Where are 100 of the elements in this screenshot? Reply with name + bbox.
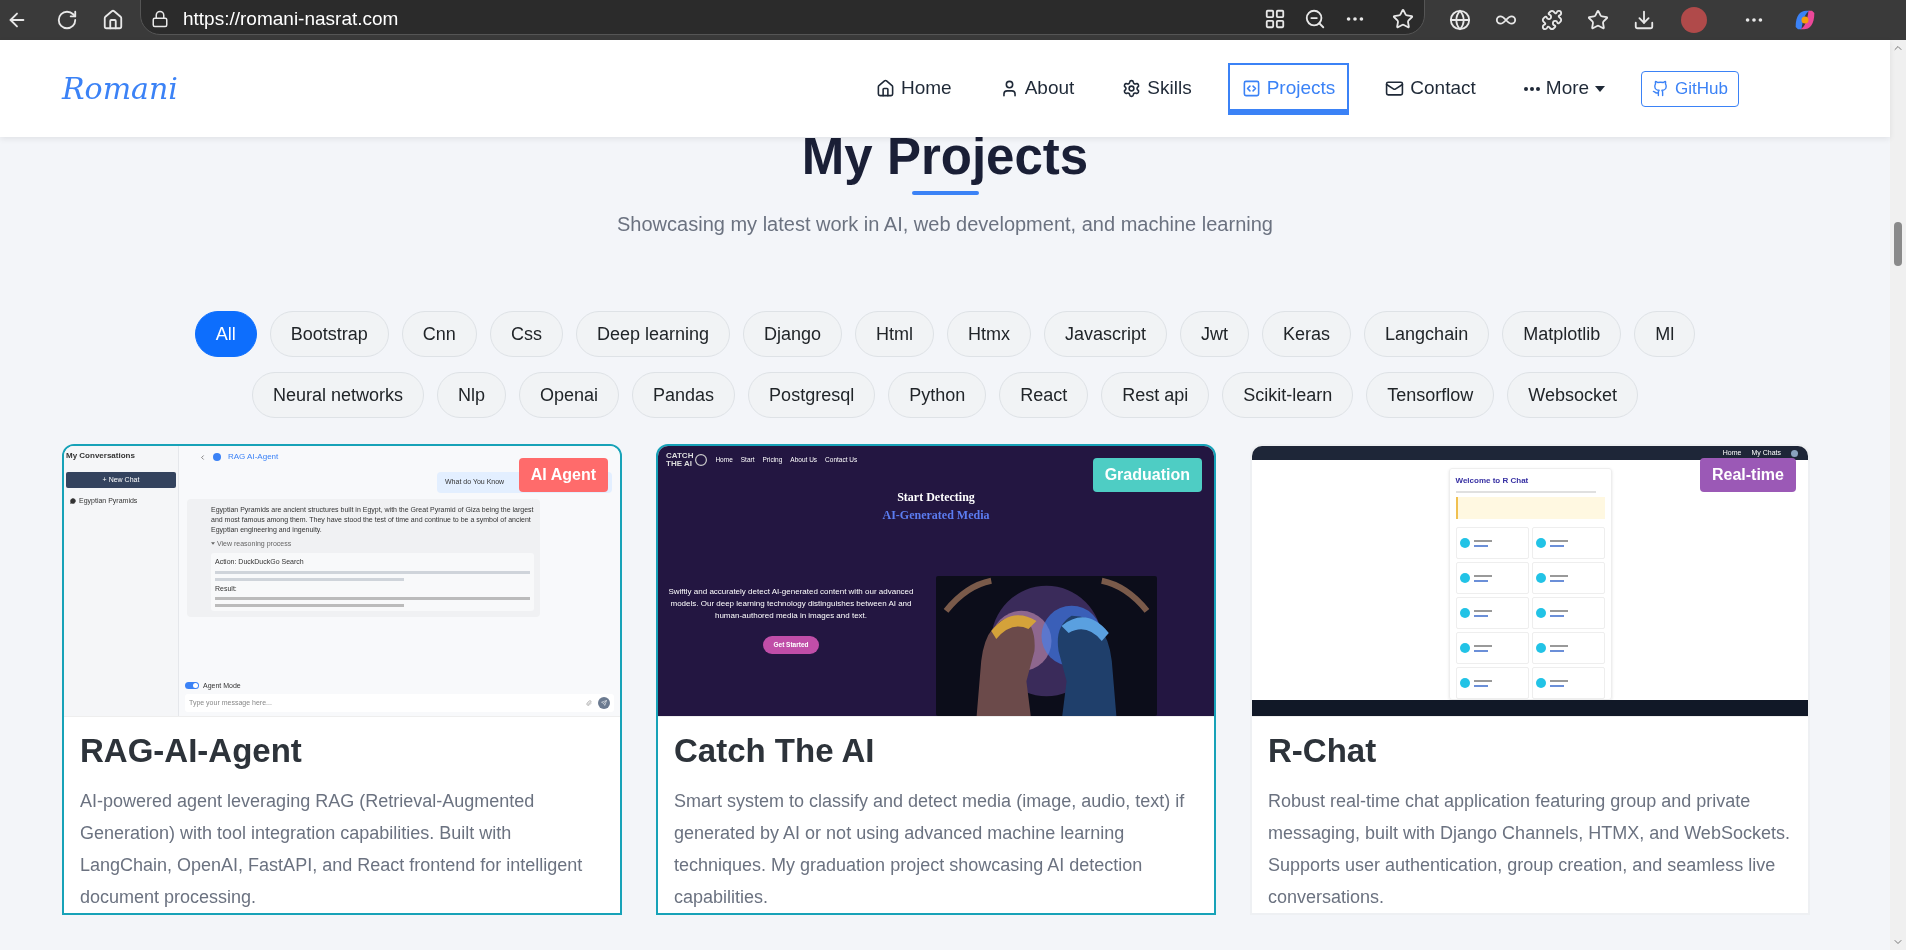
contact-card[interactable] <box>1455 527 1529 560</box>
address-bar[interactable]: https://romani-nasrat.com <box>140 0 1425 35</box>
filter-chip[interactable]: Langchain <box>1364 311 1490 357</box>
filter-chip[interactable]: Python <box>888 372 987 418</box>
project-title: RAG-AI-Agent <box>80 731 303 771</box>
sidebar-title: My Conversations <box>66 450 136 462</box>
avatar <box>1459 573 1470 584</box>
filter-chip[interactable]: Matplotlib <box>1502 311 1622 357</box>
filter-chip[interactable]: Tensorflow <box>1366 372 1495 418</box>
avatar <box>1459 608 1470 619</box>
contact-card[interactable] <box>1455 562 1529 595</box>
home-icon[interactable] <box>102 9 124 31</box>
avatar <box>1535 608 1546 619</box>
hero-heading-accent: AI-Generated Media <box>881 507 991 524</box>
contact-card[interactable] <box>1455 667 1529 700</box>
filter-chip[interactable]: Css <box>489 311 563 357</box>
section-title: My Projects <box>801 127 1089 187</box>
puzzle-icon[interactable] <box>1541 9 1563 31</box>
github-icon <box>1652 80 1670 97</box>
github-button[interactable]: GitHub <box>1641 70 1740 107</box>
favorites-icon[interactable] <box>1587 9 1609 31</box>
filter-chip[interactable]: React <box>999 372 1089 418</box>
nav-link[interactable]: Skills <box>1110 62 1204 115</box>
scrollbar[interactable] <box>1890 40 1906 950</box>
filter-chip[interactable]: Scikit-learn <box>1222 372 1354 418</box>
paperclip-icon[interactable] <box>586 700 592 706</box>
filter-chip[interactable]: Javascript <box>1044 311 1168 357</box>
nav-link[interactable]: Projects <box>1227 62 1350 115</box>
contact-card[interactable] <box>1531 667 1605 700</box>
send-icon <box>601 700 607 706</box>
dots-icon <box>1523 86 1540 91</box>
contact-card[interactable] <box>1531 562 1605 595</box>
nav-link[interactable]: Contact <box>1373 62 1488 115</box>
avatar <box>1535 643 1546 654</box>
filter-chip[interactable]: Jwt <box>1180 311 1250 357</box>
contact-card[interactable] <box>1531 527 1605 560</box>
contact-card[interactable] <box>1455 632 1529 665</box>
avatar <box>1459 643 1470 654</box>
chat-bubble-icon <box>70 498 76 505</box>
scrollbar-thumb[interactable] <box>1894 222 1902 266</box>
caret-icon <box>211 542 215 546</box>
filter-chip[interactable]: Htmx <box>947 311 1031 357</box>
filter-chip[interactable]: Rest api <box>1101 372 1210 418</box>
home-icon <box>876 79 895 98</box>
project-card[interactable] <box>656 444 1216 915</box>
star-icon[interactable] <box>1392 8 1414 30</box>
caret-icon <box>1595 85 1606 92</box>
filter-chip[interactable]: Cnn <box>401 311 477 357</box>
project-title: Catch The AI <box>674 731 876 771</box>
gear-icon <box>1122 79 1142 98</box>
filter-chip[interactable]: Keras <box>1262 311 1352 357</box>
grid-icon[interactable] <box>1264 8 1286 30</box>
avatar[interactable] <box>1791 449 1798 457</box>
brand-logo: CATCH THE AI <box>666 452 694 468</box>
filter-chip[interactable]: Deep learning <box>575 311 730 357</box>
filter-chip[interactable]: Neural networks <box>251 372 424 418</box>
code-icon <box>1241 79 1261 98</box>
filter-chip[interactable]: Websocket <box>1507 372 1639 418</box>
category-badge: Graduation <box>1092 458 1202 492</box>
hero-heading: Start Detecting <box>896 489 976 506</box>
project-title: R-Chat <box>1268 731 1378 771</box>
mail-icon <box>1385 79 1405 98</box>
avatar <box>1459 678 1470 689</box>
zoom-out-icon[interactable] <box>1304 8 1326 30</box>
hero-text: Swiftly and accurately detect AI-generated content with our advanced models. Our deep learning technology distinguishes between AI and human-authored media in images and text. <box>667 586 915 623</box>
filter-chip[interactable]: Postgresql <box>748 372 876 418</box>
filter-chip[interactable]: Django <box>742 311 842 357</box>
project-description: Robust real-time chat application featuring group and private messaging, built with Django Channels, HTMX, and WebSockets. Supports user authentication, group creation, and seamless live conversations. <box>1268 790 1791 909</box>
app-title: RAG AI-Agent <box>228 451 279 463</box>
contact-card[interactable] <box>1531 597 1605 630</box>
filter-chip[interactable]: Bootstrap <box>269 311 389 357</box>
avatar <box>1535 678 1546 689</box>
filter-chip[interactable]: Nlp <box>437 372 506 418</box>
filter-chip[interactable]: Pandas <box>632 372 736 418</box>
contact-card[interactable] <box>1531 632 1605 665</box>
reload-icon[interactable] <box>56 9 78 31</box>
title-underline <box>911 191 979 195</box>
filter-chip[interactable]: Html <box>855 311 934 357</box>
avatar <box>1459 538 1470 549</box>
filter-chip[interactable]: Openai <box>519 372 620 418</box>
welcome-title: Welcome to R Chat <box>1455 475 1530 488</box>
filter-chip[interactable]: Ml <box>1634 311 1696 357</box>
nav-link[interactable]: About <box>987 62 1087 115</box>
send-button[interactable] <box>598 697 610 709</box>
download-icon[interactable] <box>1633 9 1655 31</box>
section-subtitle: Showcasing my latest work in AI, web development, and machine learning <box>617 212 1273 237</box>
nav-link[interactable]: More <box>1511 62 1618 115</box>
project-description: AI-powered agent leveraging RAG (Retrieval-Augmented Generation) with tool integration capabilities. Built with LangChain, OpenAI, FastAPI, and React frontend for intelligent document processing. <box>80 790 584 909</box>
project-description: Smart system to classify and detect media (image, audio, text) if generated by AI or not using advanced machine learning techniques. My graduation project showcasing AI detection capabilities. <box>674 790 1186 909</box>
avatar <box>1535 573 1546 584</box>
agent-mode-toggle[interactable] <box>185 682 199 690</box>
logo[interactable]: Romani <box>62 66 742 111</box>
nav-link[interactable]: Home <box>864 62 964 115</box>
globe-icon[interactable] <box>1449 9 1471 31</box>
lock-icon <box>151 10 169 28</box>
avatar <box>1535 538 1546 549</box>
filter-chip[interactable]: All <box>194 311 257 357</box>
url-text: https://romani-nasrat.com <box>183 6 399 31</box>
category-badge: Real-time <box>1699 458 1796 492</box>
contact-card[interactable] <box>1455 597 1529 630</box>
